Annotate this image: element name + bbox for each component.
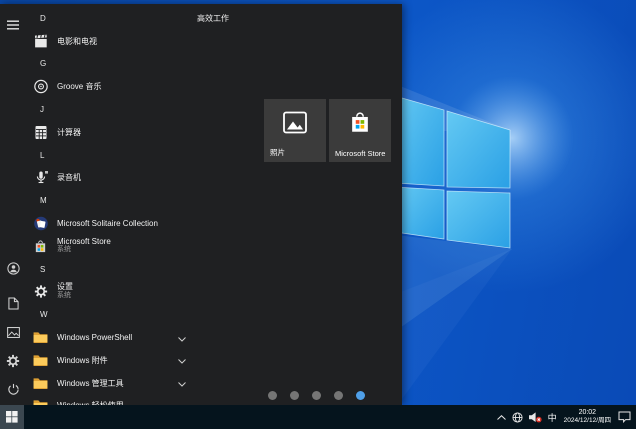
chevron-down-icon[interactable] xyxy=(178,351,186,369)
volume-button[interactable] xyxy=(526,405,545,429)
clock-time: 20:02 xyxy=(579,409,597,417)
tile-group-header[interactable]: 高效工作 xyxy=(197,13,229,24)
letter-label: J xyxy=(26,105,44,114)
app-item-calculator[interactable]: 计算器 xyxy=(26,121,196,144)
start-menu-rail xyxy=(0,4,26,405)
app-item-solitaire[interactable]: Microsoft Solitaire Collection xyxy=(26,212,196,235)
tile-label: Microsoft Store xyxy=(335,149,385,158)
letter-header-s[interactable]: S xyxy=(26,258,196,281)
network-globe-icon xyxy=(512,412,523,423)
folder-item-windows-admin-tools[interactable]: Windows 管理工具 xyxy=(26,372,196,395)
app-label: 设置 xyxy=(57,283,73,292)
folder-icon xyxy=(33,330,48,345)
system-tray: 中 20:02 2024/12/12/周四 xyxy=(494,405,634,429)
app-item-voice-recorder[interactable]: 录音机 xyxy=(26,167,196,190)
volume-muted-icon xyxy=(529,412,542,423)
letter-label: D xyxy=(26,14,46,23)
pagination-dot[interactable] xyxy=(290,391,299,400)
app-label: Microsoft Solitaire Collection xyxy=(57,219,158,228)
power-icon xyxy=(7,383,20,396)
tile-microsoft-store[interactable]: Microsoft Store xyxy=(329,99,391,162)
letter-header-d[interactable]: D xyxy=(26,7,196,30)
app-text: 设置 系统 xyxy=(57,283,73,300)
pagination-dot-active[interactable] xyxy=(356,391,365,400)
letter-header-l[interactable]: L xyxy=(26,144,196,167)
app-sublabel: 系统 xyxy=(57,246,111,255)
user-account-button[interactable] xyxy=(0,255,26,281)
user-avatar-icon xyxy=(6,261,21,276)
tray-expand-button[interactable] xyxy=(494,405,509,429)
app-item-movies-tv[interactable]: 电影和电视 xyxy=(26,30,196,53)
letter-label: W xyxy=(26,310,48,319)
pagination-dot[interactable] xyxy=(334,391,343,400)
photos-icon xyxy=(283,112,307,139)
letter-label: G xyxy=(26,59,46,68)
app-label: 电影和电视 xyxy=(57,37,97,46)
start-pagination xyxy=(268,391,365,400)
app-label: 录音机 xyxy=(57,173,81,182)
folder-label: Windows PowerShell xyxy=(57,333,132,342)
app-label: Groove 音乐 xyxy=(57,82,101,91)
documents-button[interactable] xyxy=(0,290,26,316)
clock-date: 2024/12/12/周四 xyxy=(564,417,611,425)
pagination-dot[interactable] xyxy=(312,391,321,400)
taskbar-clock[interactable]: 20:02 2024/12/12/周四 xyxy=(560,409,615,425)
network-status-button[interactable] xyxy=(509,405,526,429)
voice-recorder-icon xyxy=(33,170,48,185)
settings-gear-icon xyxy=(6,354,20,368)
letter-label: M xyxy=(26,196,47,205)
expand-menu-button[interactable] xyxy=(0,12,26,38)
letter-header-j[interactable]: J xyxy=(26,98,196,121)
action-center-icon xyxy=(618,411,631,423)
hamburger-icon xyxy=(7,20,19,30)
taskbar: 中 20:02 2024/12/12/周四 xyxy=(0,405,636,429)
letter-header-w[interactable]: W xyxy=(26,303,196,326)
folder-icon xyxy=(33,376,48,391)
calculator-icon xyxy=(33,125,48,140)
letter-label: L xyxy=(26,151,44,160)
settings-gear-icon xyxy=(33,284,48,299)
folder-item-windows-powershell[interactable]: Windows PowerShell xyxy=(26,326,196,349)
chevron-down-icon[interactable] xyxy=(178,374,186,392)
app-text: Microsoft Store 系统 xyxy=(57,238,111,255)
store-icon xyxy=(33,239,48,254)
app-sublabel: 系统 xyxy=(57,292,73,301)
start-button[interactable] xyxy=(0,405,24,429)
store-bag-icon xyxy=(349,111,371,140)
folder-label: Windows 附件 xyxy=(57,356,108,365)
letter-header-m[interactable]: M xyxy=(26,189,196,212)
letter-header-g[interactable]: G xyxy=(26,53,196,76)
pictures-button[interactable] xyxy=(0,319,26,345)
chevron-down-icon[interactable] xyxy=(178,329,186,347)
solitaire-icon xyxy=(33,216,48,231)
ime-indicator[interactable]: 中 xyxy=(545,405,560,429)
power-button[interactable] xyxy=(0,376,26,402)
app-label: 计算器 xyxy=(57,128,81,137)
start-app-list: D 电影和电视 G Groove 音乐 J 计算器 L 录音 xyxy=(26,7,196,417)
folder-label: Windows 管理工具 xyxy=(57,379,124,388)
groove-music-icon xyxy=(33,79,48,94)
app-item-groove-music[interactable]: Groove 音乐 xyxy=(26,75,196,98)
movies-tv-icon xyxy=(33,34,48,49)
chevron-up-icon xyxy=(497,415,506,420)
letter-label: S xyxy=(26,265,45,274)
windows-logo-icon xyxy=(6,411,18,423)
app-item-settings[interactable]: 设置 系统 xyxy=(26,281,196,304)
documents-icon xyxy=(8,297,19,310)
tile-label: 照片 xyxy=(270,147,285,158)
tile-photos[interactable]: 照片 xyxy=(264,99,326,162)
app-item-microsoft-store[interactable]: Microsoft Store 系统 xyxy=(26,235,196,258)
action-center-button[interactable] xyxy=(615,405,634,429)
folder-icon xyxy=(33,353,48,368)
pagination-dot[interactable] xyxy=(268,391,277,400)
folder-item-windows-accessories[interactable]: Windows 附件 xyxy=(26,349,196,372)
pictures-icon xyxy=(7,327,20,338)
settings-button[interactable] xyxy=(0,348,26,374)
start-menu-panel: D 电影和电视 G Groove 音乐 J 计算器 L 录音 xyxy=(0,4,402,405)
